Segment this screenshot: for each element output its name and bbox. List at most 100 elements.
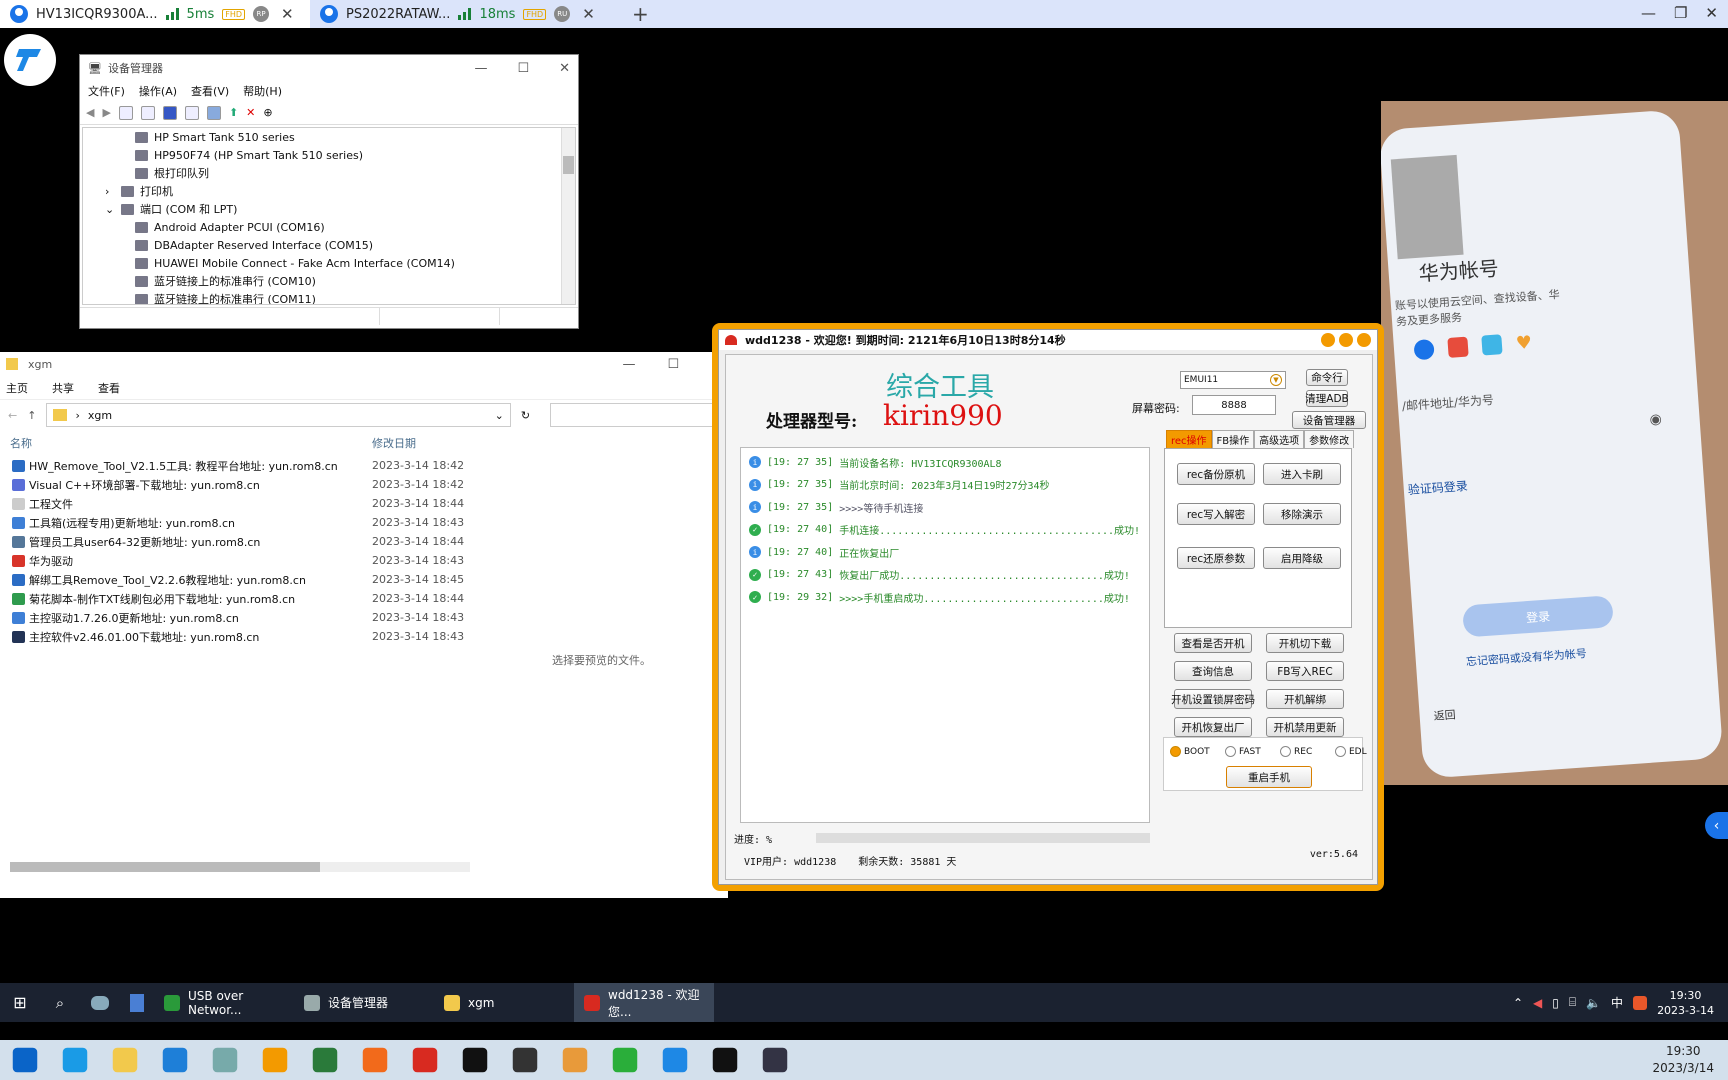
tree-item[interactable]: HP950F74 (HP Smart Tank 510 series) [83, 146, 575, 164]
file-row[interactable]: 工具箱(远程专用)更新地址: yun.rom8.cn 2023-3-14 18:4… [0, 513, 728, 532]
action-button-6[interactable]: 开机恢复出厂 [1174, 717, 1252, 737]
back-arrow-icon[interactable]: ◀ [86, 106, 94, 119]
close-icon[interactable]: ✕ [1705, 4, 1718, 22]
file-row[interactable]: 管理员工具user64-32更新地址: yun.rom8.cn 2023-3-14… [0, 532, 728, 551]
box-icon[interactable] [512, 1047, 538, 1073]
menu-view[interactable]: 查看(V) [191, 83, 229, 99]
monitor-icon[interactable] [206, 105, 221, 120]
search-input[interactable] [550, 403, 720, 427]
forward-arrow-icon[interactable]: ▶ [102, 106, 110, 119]
panel-button-0[interactable]: rec备份原机 [1177, 463, 1255, 485]
file-row[interactable]: 解绑工具Remove_Tool_V2.2.6教程地址: yun.rom8.cn 2… [0, 570, 728, 589]
remote-clock[interactable]: 19:30 2023-3-14 [1657, 988, 1714, 1018]
capcut-icon[interactable] [462, 1047, 488, 1073]
paint-icon[interactable] [562, 1047, 588, 1073]
col-name[interactable]: 名称 [0, 435, 372, 451]
tab-share[interactable]: 共享 [52, 380, 74, 396]
hide-password-icon[interactable]: ◉ [1649, 411, 1662, 428]
file-row[interactable]: Visual C++环境部署-下载地址: yun.rom8.cn 2023-3-1… [0, 475, 728, 494]
tab-3[interactable]: 参数修改 [1304, 430, 1355, 448]
usb-tray-icon[interactable]: ▯ [1552, 996, 1559, 1010]
forgot-link[interactable]: 忘记密码或没有华为帐号 [1465, 645, 1588, 669]
tree-item[interactable]: ⌄ 端口 (COM 和 LPT) [83, 200, 575, 218]
minimize-icon[interactable]: — [1641, 4, 1656, 22]
side-panel-toggle[interactable]: ‹ [1705, 812, 1728, 839]
flash-icon[interactable] [362, 1047, 388, 1073]
task-usb-network[interactable]: USB over Networ... [154, 983, 294, 1022]
download-icon[interactable]: ⊕ [263, 106, 272, 119]
menu-help[interactable]: 帮助(H) [243, 83, 282, 99]
search-icon[interactable]: ⌕ [40, 994, 80, 1012]
action-button-1[interactable]: 开机切下载 [1266, 633, 1344, 653]
panel-button-3[interactable]: 移除演示 [1263, 503, 1341, 525]
refresh-icon[interactable]: ↻ [521, 409, 530, 422]
menu-action[interactable]: 操作(A) [139, 83, 177, 99]
explorer-icon[interactable] [112, 1047, 138, 1073]
mode-radio-3[interactable]: EDL [1335, 746, 1367, 757]
close-tab-icon[interactable]: ✕ [281, 5, 294, 23]
action-button-2[interactable]: 查询信息 [1174, 661, 1252, 681]
horizontal-scrollbar[interactable] [10, 862, 470, 872]
panel-button-5[interactable]: 启用降级 [1263, 547, 1341, 569]
mode-radio-2[interactable]: REC [1280, 746, 1312, 757]
start-icon[interactable]: ⊞ [0, 993, 40, 1012]
tree-item[interactable]: HUAWEI Mobile Connect - Fake Acm Interfa… [83, 254, 575, 272]
tree-item[interactable]: Android Adapter PCUI (COM16) [83, 218, 575, 236]
minimize-icon[interactable] [1321, 333, 1335, 347]
mode-radio-1[interactable]: FAST [1225, 746, 1261, 757]
tab-0[interactable]: rec操作 [1166, 430, 1212, 448]
wechat-icon[interactable] [612, 1047, 638, 1073]
record-icon[interactable] [712, 1047, 738, 1073]
remote-app-icon[interactable] [662, 1047, 688, 1073]
browser-tab-1[interactable]: HV13ICQR9300A... 5ms FHD RP ✕ [0, 0, 310, 28]
huawei-icon[interactable] [412, 1047, 438, 1073]
flag-icon[interactable]: ◀ [1533, 996, 1542, 1010]
maximize-icon[interactable]: ☐ [517, 61, 529, 76]
action-button-3[interactable]: FB写入REC [1266, 661, 1344, 681]
maximize-icon[interactable] [1339, 333, 1353, 347]
list-icon[interactable] [140, 105, 155, 120]
volume-icon[interactable]: 🔈 [1586, 996, 1601, 1010]
tab-1[interactable]: FB操作 [1211, 430, 1255, 448]
emui-version-select[interactable]: EMUI11 ▼ [1180, 371, 1286, 389]
monitor-icon[interactable] [312, 1047, 338, 1073]
tree-item[interactable]: DBAdapter Reserved Interface (COM15) [83, 236, 575, 254]
chevron-right-icon[interactable]: › [105, 185, 115, 198]
menu-file[interactable]: 文件(F) [88, 83, 125, 99]
details-icon[interactable] [184, 105, 199, 120]
tree-item[interactable]: 根打印队列 [83, 164, 575, 182]
minimize-icon[interactable]: — [622, 357, 635, 372]
file-row[interactable]: 主控驱动1.7.26.0更新地址: yun.rom8.cn 2023-3-14 1… [0, 608, 728, 627]
tab-2[interactable]: 高级选项 [1254, 430, 1305, 448]
ie-icon[interactable] [162, 1047, 188, 1073]
windows-icon[interactable] [12, 1047, 38, 1073]
file-row[interactable]: HW_Remove_Tool_V2.1.5工具: 教程平台地址: yun.rom… [0, 456, 728, 475]
back-icon[interactable]: ← [8, 409, 17, 422]
file-row[interactable]: 工程文件 2023-3-14 18:44 [0, 494, 728, 513]
file-row[interactable]: 华为驱动 2023-3-14 18:43 [0, 551, 728, 570]
tab-view[interactable]: 查看 [98, 380, 120, 396]
reboot-button[interactable]: 重启手机 [1226, 766, 1312, 788]
minimize-icon[interactable]: — [474, 61, 487, 76]
action-button-0[interactable]: 查看是否开机 [1174, 633, 1252, 653]
login-button[interactable]: 登录 [1462, 595, 1614, 638]
tree-item[interactable]: 蓝牙链接上的标准串行 (COM11) [83, 290, 575, 304]
help-icon[interactable] [162, 105, 177, 120]
remote-app-icon[interactable] [4, 34, 56, 86]
panel-button-4[interactable]: rec还原参数 [1177, 547, 1255, 569]
uninstall-icon[interactable]: ✕ [246, 106, 255, 119]
browser-tab-2[interactable]: PS2022RATAW... 18ms FHD RU ✕ [310, 0, 620, 28]
edge-icon[interactable] [62, 1047, 88, 1073]
action-button-7[interactable]: 开机禁用更新 [1266, 717, 1344, 737]
calculator-icon[interactable] [120, 993, 154, 1012]
tree-item[interactable]: HP Smart Tank 510 series [83, 128, 575, 146]
close-icon[interactable] [1357, 333, 1371, 347]
file-row[interactable]: 菊花脚本-制作TXT线刷包必用下载地址: yun.rom8.cn 2023-3-1… [0, 589, 728, 608]
shield-icon[interactable] [762, 1047, 788, 1073]
local-clock[interactable]: 19:30 2023/3/14 [1652, 1043, 1728, 1077]
close-tab-icon[interactable]: ✕ [582, 5, 595, 23]
maximize-icon[interactable]: ☐ [667, 357, 679, 372]
action-button-4[interactable]: 开机设置锁屏密码 [1171, 689, 1255, 709]
back-link[interactable]: 返回 [1433, 706, 1456, 723]
mode-radio-0[interactable]: BOOT [1170, 746, 1210, 757]
